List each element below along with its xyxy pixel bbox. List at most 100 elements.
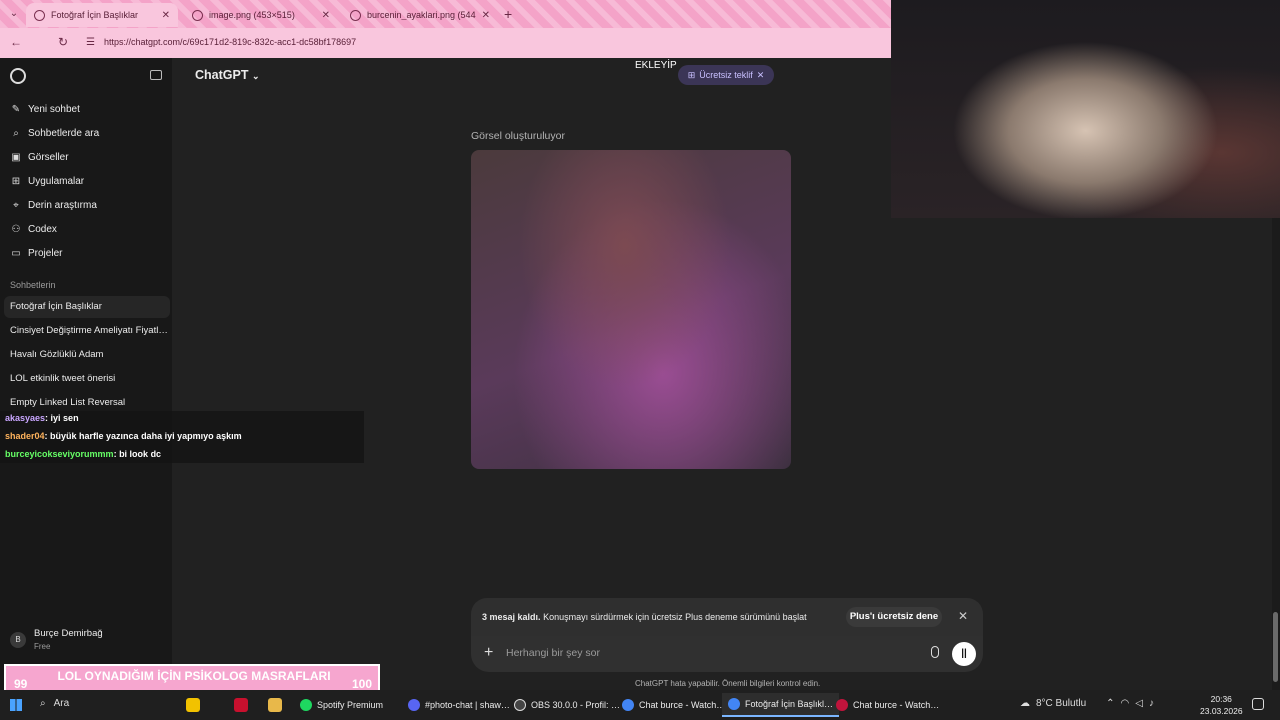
user-plan: Free — [34, 642, 51, 651]
search-label: Ara — [53, 698, 70, 709]
chat-message: burceyicokseviyorummm: bi look dc — [5, 449, 162, 459]
system-tray: ☁ 8°C Bulutlu ⌃ ◠ ◁ ♪ — [1020, 698, 1154, 709]
plus-trial-banner: 3 mesaj kaldı. Konuşmayı sürdürmek için … — [471, 598, 983, 636]
windows-start-icon[interactable] — [10, 699, 22, 711]
chat-text: büyük harfle yazınca daha iyi yapmıyo aş… — [50, 431, 242, 441]
sidebar-chat-item[interactable]: Cinsiyet Değiştirme Ameliyatı Fiyatl… — [4, 320, 170, 342]
chat-text: iyi sen — [50, 413, 79, 423]
reload-icon[interactable]: ↻ — [58, 35, 68, 49]
wifi-icon[interactable]: ◠ — [1121, 698, 1130, 709]
browser-tab[interactable]: Fotoğraf İçin Başlıklar ✕ — [26, 3, 178, 27]
microphone-icon[interactable]: ♪ — [1149, 698, 1154, 709]
app-icon[interactable] — [234, 698, 248, 712]
goal-current: 99 — [14, 677, 28, 691]
gift-icon: ⊞ — [687, 69, 696, 80]
sidebar-item-images[interactable]: ▣ Görseller — [10, 152, 68, 163]
chat-message: akasyaes: iyi sen — [5, 413, 79, 423]
code-icon: ⚇ — [11, 224, 21, 235]
chrome-icon — [622, 699, 634, 711]
sidebar-item-projects[interactable]: ▭ Projeler — [10, 248, 62, 259]
edit-icon: ✎ — [11, 104, 21, 115]
taskbar-app[interactable]: Spotify Premium — [294, 693, 389, 717]
browser-tabstrip: ⌄ Fotoğraf İçin Başlıklar ✕ image.png (4… — [0, 0, 891, 28]
chevron-up-icon[interactable]: ⌃ — [1106, 698, 1114, 709]
free-offer-button[interactable]: ⊞ Ücretsiz teklif ✕ — [678, 65, 774, 85]
browser-tab[interactable]: burcenin_ayaklari.png (544×90… ✕ — [342, 3, 498, 27]
sidebar-item-label: Uygulamalar — [28, 176, 85, 187]
taskbar-app[interactable]: Fotoğraf İçin Başlıkl… — [722, 693, 840, 717]
sidebar-item-codex[interactable]: ⚇ Codex — [10, 224, 57, 235]
sidebar-item-label: Projeler — [28, 248, 63, 259]
tab-title: Fotoğraf İçin Başlıklar — [51, 10, 139, 20]
sidebar-chat-item[interactable]: Fotoğraf İçin Başlıklar — [4, 296, 170, 318]
sidebar-item-label: Derin araştırma — [28, 200, 97, 211]
taskbar-search[interactable]: ⌕ Ara — [40, 698, 69, 709]
sidebar-item-new-chat[interactable]: ✎ Yeni sohbet — [10, 104, 80, 115]
taskbar-app[interactable]: Chat burce - Watch… — [830, 693, 945, 717]
widget-icon[interactable] — [186, 698, 200, 712]
prompt-input[interactable] — [506, 647, 886, 659]
close-icon[interactable]: ✕ — [958, 609, 968, 623]
chatgpt-favicon-icon — [34, 9, 45, 21]
voice-mode-icon[interactable]: || — [952, 642, 976, 666]
taskbar: ⌕ Ara Spotify Premium #photo-chat | shaw…… — [0, 690, 1280, 720]
banner-message: Konuşmayı sürdürmek için ücretsiz Plus d… — [543, 612, 807, 622]
goal-title: LOL OYNADIĞIM İÇİN PSİKOLOG MASRAFLARI — [57, 669, 331, 683]
file-explorer-icon[interactable] — [268, 698, 282, 712]
chatgpt-logo-icon[interactable] — [10, 68, 26, 84]
sidebar-toggle-icon[interactable] — [150, 70, 162, 80]
sidebar-item-apps[interactable]: ⊞ Uygulamalar — [10, 176, 84, 187]
browser-tab[interactable]: image.png (453×515) ✕ — [184, 3, 338, 27]
sidebar-chat-item[interactable]: Havalı Gözlüklü Adam — [4, 344, 170, 366]
try-plus-button[interactable]: Plus'ı ücretsiz dene — [846, 607, 942, 627]
goal-target: 100 — [351, 677, 372, 691]
taskbar-app[interactable]: OBS 30.0.0 - Profil: … — [508, 693, 626, 717]
user-profile[interactable]: B Burçe Demirbağ Free — [10, 628, 103, 651]
opera-icon — [836, 699, 848, 711]
close-icon[interactable]: ✕ — [757, 70, 765, 81]
volume-icon[interactable]: ◁ — [1135, 698, 1143, 709]
chat-username: akasyaes — [5, 413, 46, 423]
taskbar-app[interactable]: #photo-chat | shaw… — [402, 693, 516, 717]
time: 20:36 — [1210, 694, 1232, 704]
generating-label: Görsel oluşturuluyor — [471, 130, 565, 142]
close-tab-icon[interactable]: ✕ — [322, 10, 330, 21]
chevron-down-icon: ⌄ — [251, 71, 260, 81]
user-name: Burçe Demirbağ — [34, 628, 103, 639]
disclaimer: ChatGPT hata yapabilir. Önemli bilgileri… — [635, 679, 821, 688]
image-icon: ▣ — [11, 152, 21, 163]
chrome-icon — [728, 698, 740, 710]
tab-search-icon[interactable]: ⌄ — [6, 6, 22, 22]
sidebar-chat-item[interactable]: LOL etkinlik tweet önerisi — [4, 368, 170, 390]
weather-label[interactable]: 8°C Bulutlu — [1036, 698, 1086, 709]
new-tab-icon[interactable]: + — [504, 6, 512, 22]
chat-username: burceyicokseviyorummm — [5, 449, 114, 459]
close-tab-icon[interactable]: ✕ — [162, 10, 170, 21]
sidebar-item-search[interactable]: ⌕ Sohbetlerde ara — [10, 128, 99, 139]
taskbar-clock[interactable]: 20:36 23.03.2026 — [1200, 693, 1243, 717]
taskbar-app-label: Chat burce - Watch… — [639, 700, 726, 710]
microphone-icon[interactable] — [931, 646, 939, 658]
discord-icon — [408, 699, 420, 711]
address-bar: ← ↻ ☰ https://chatgpt.com/c/69c171d2-819… — [0, 28, 891, 58]
url-field[interactable]: https://chatgpt.com/c/69c171d2-819c-832c… — [104, 37, 356, 47]
site-info-icon[interactable]: ☰ — [86, 37, 95, 48]
scrollbar-thumb[interactable] — [1273, 612, 1278, 682]
sidebar: ✎ Yeni sohbet ⌕ Sohbetlerde ara ▣ Görsel… — [0, 58, 172, 690]
chat-message: shader04: büyük harfle yazınca daha iyi … — [5, 431, 242, 441]
image-favicon-icon — [350, 9, 361, 21]
composer: + || — [471, 636, 983, 672]
model-selector[interactable]: ChatGPT ⌄ — [195, 68, 260, 82]
plus-icon[interactable]: + — [484, 644, 493, 662]
chats-section-title: Sohbetlerin — [10, 280, 56, 290]
banner-bold-text: 3 mesaj kaldı. — [482, 612, 541, 622]
close-tab-icon[interactable]: ✕ — [482, 10, 490, 21]
stream-chat-overlay: akasyaes: iyi sen shader04: büyük harfle… — [0, 411, 364, 463]
taskbar-app[interactable]: Chat burce - Watch… — [616, 693, 731, 717]
notification-icon[interactable] — [1252, 698, 1264, 710]
image-favicon-icon — [192, 9, 203, 21]
back-icon[interactable]: ← — [10, 35, 22, 49]
sidebar-item-deep-research[interactable]: ⌖ Derin araştırma — [10, 200, 97, 211]
sidebar-item-label: Yeni sohbet — [28, 104, 80, 115]
research-icon: ⌖ — [13, 200, 19, 211]
